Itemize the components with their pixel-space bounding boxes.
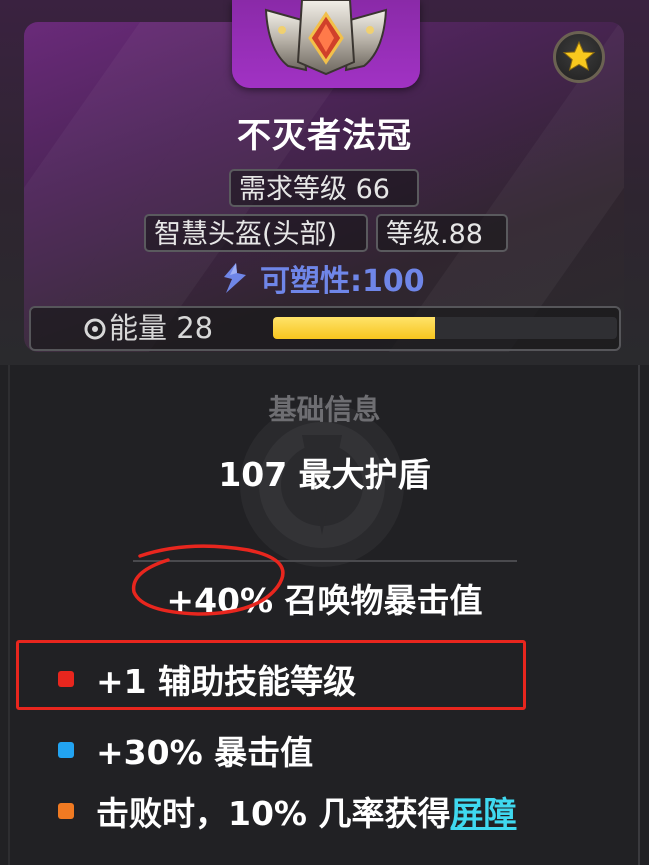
plasticity-value: 可塑性:100 xyxy=(260,264,425,299)
item-level-tag: 等级.88 xyxy=(376,214,508,252)
base-stat: 107 最大护盾 xyxy=(218,455,431,494)
implicit-affix: +40% 召唤物暴击值 xyxy=(166,581,483,620)
energy-value: 能量 28 xyxy=(109,311,214,345)
affix-text: 击败时，10% 几率获得 xyxy=(96,794,451,833)
rarity-badge xyxy=(553,31,605,83)
affix-text: +30% 暴击值 xyxy=(96,733,314,772)
affix-row: +30% 暴击值 xyxy=(58,727,313,773)
energy-bar: 能量 28 xyxy=(29,306,621,351)
item-tooltip: 不灭者法冠 需求等级 66 智慧头盔(头部) 等级.88 可塑性:100 能量 … xyxy=(0,0,649,865)
tooltip-header: 不灭者法冠 需求等级 66 智慧头盔(头部) 等级.88 可塑性:100 能量 … xyxy=(0,0,649,365)
affix-dot-blue xyxy=(58,742,74,758)
slot-tag: 智慧头盔(头部) xyxy=(144,214,368,252)
annotation-scribble-circle xyxy=(131,544,285,616)
requirement-tag: 需求等级 66 xyxy=(229,169,419,207)
affix-dot-orange xyxy=(58,803,74,819)
star-icon xyxy=(562,40,596,72)
affix-row: 击败时，10% 几率获得 屏障 xyxy=(58,788,516,834)
item-name: 不灭者法冠 xyxy=(237,116,412,156)
energy-track xyxy=(273,317,617,339)
energy-swirl-icon xyxy=(84,318,106,339)
energy-fill xyxy=(273,317,435,339)
crown-helmet-icon xyxy=(264,0,388,76)
plasticity-icon xyxy=(224,263,246,293)
plasticity-row: 可塑性:100 xyxy=(218,258,425,299)
energy-label-row: 能量 28 xyxy=(83,308,213,349)
annotation-highlight-box xyxy=(16,640,526,710)
barrier-link[interactable]: 屏障 xyxy=(450,787,516,835)
base-info-title: 基础信息 xyxy=(268,393,381,426)
